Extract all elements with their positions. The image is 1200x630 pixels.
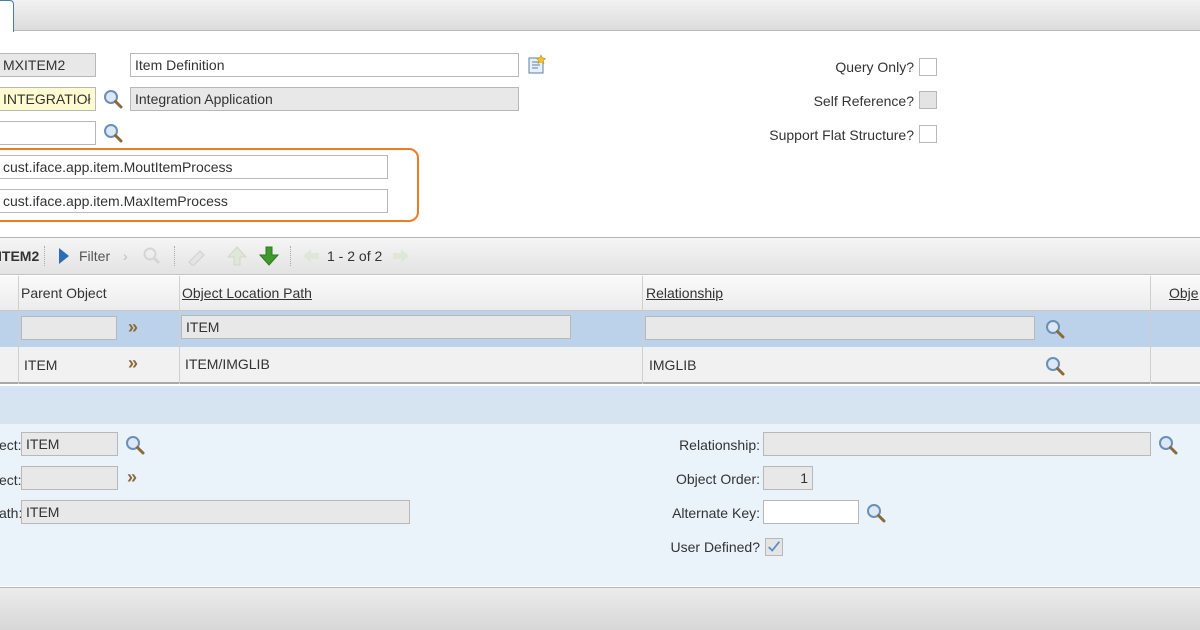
column-divider: [642, 276, 643, 384]
column-header-object[interactable]: Obje: [1169, 285, 1199, 301]
relationship-label: Relationship:: [679, 437, 760, 453]
column-divider: [179, 276, 180, 384]
footer-bar: [0, 587, 1200, 630]
support-flat-label: Support Flat Structure?: [769, 127, 914, 143]
service-description-field: Integration Application: [130, 87, 519, 111]
arrow-up-icon: [226, 246, 248, 266]
parent-object-field[interactable]: [21, 316, 117, 340]
toolbar-separator: [174, 246, 175, 266]
support-flat-checkbox[interactable]: [919, 125, 937, 143]
pagination-text: 1 - 2 of 2: [327, 248, 383, 264]
self-reference-label: Self Reference?: [813, 93, 914, 109]
user-defined-checkbox: [765, 538, 783, 556]
toolbar-separator: [290, 246, 291, 266]
object-description-field[interactable]: Item Definition: [130, 53, 519, 77]
self-reference-checkbox: [919, 91, 937, 109]
filter-arrow-icon[interactable]: [56, 246, 72, 266]
parent-object-field[interactable]: [21, 466, 118, 490]
alternate-key-field[interactable]: [763, 500, 859, 524]
table-header: [0, 276, 1200, 311]
object-order-field: 1: [763, 466, 813, 490]
table-row[interactable]: [0, 347, 1200, 384]
alternate-key-label: Alternate Key:: [672, 505, 760, 521]
filter-button[interactable]: Filter: [79, 248, 110, 264]
chevron-right-icon: ›: [123, 248, 128, 264]
double-chevron-icon[interactable]: »: [128, 317, 138, 338]
tab-strip: [0, 0, 1200, 32]
checkmark-icon: [768, 541, 781, 552]
search-icon[interactable]: [1157, 434, 1179, 456]
arrow-down-icon[interactable]: [258, 245, 280, 267]
processing-class-field[interactable]: cust.iface.app.item.MaxItemProcess: [0, 189, 388, 213]
detail-header-band: [0, 386, 1200, 424]
user-defined-label: User Defined?: [670, 539, 761, 555]
query-only-label: Query Only?: [835, 59, 914, 75]
search-icon[interactable]: [1044, 355, 1066, 377]
search-icon[interactable]: [865, 502, 887, 524]
relationship-field[interactable]: [763, 432, 1151, 456]
long-description-icon[interactable]: [526, 54, 548, 76]
search-icon[interactable]: [102, 88, 124, 110]
parent-object-cell: ITEM: [24, 357, 58, 373]
column-header-location-path[interactable]: Object Location Path: [182, 285, 312, 301]
relationship-cell: IMGLIB: [649, 357, 697, 373]
previous-page-icon: [303, 249, 319, 263]
object-label: ect:: [0, 437, 22, 453]
object-name-field[interactable]: MXITEM2: [0, 53, 96, 77]
search-icon: [143, 247, 161, 265]
location-path-field[interactable]: ITEM: [181, 315, 571, 339]
query-only-checkbox[interactable]: [919, 58, 937, 76]
double-chevron-icon[interactable]: »: [127, 467, 137, 488]
column-header-parent-object[interactable]: Parent Object: [21, 285, 107, 301]
table-title: ITEM2: [0, 248, 40, 264]
service-field[interactable]: INTEGRATIOł: [0, 87, 96, 111]
location-path-cell: ITEM/IMGLIB: [185, 356, 270, 372]
clear-filter-icon: [188, 250, 205, 266]
search-icon[interactable]: [1044, 318, 1066, 340]
double-chevron-icon[interactable]: »: [128, 353, 138, 374]
processing-class-field[interactable]: cust.iface.app.item.MoutItemProcess: [0, 155, 388, 179]
object-order-label: Object Order:: [675, 471, 760, 487]
relationship-field[interactable]: [645, 316, 1035, 340]
object-field[interactable]: ITEM: [21, 432, 118, 456]
location-path-label: ath:: [0, 505, 23, 521]
active-tab[interactable]: [0, 0, 14, 32]
location-path-field[interactable]: ITEM: [21, 500, 410, 524]
search-icon[interactable]: [124, 434, 146, 456]
column-divider: [18, 276, 19, 384]
parent-object-label: ect:: [0, 472, 22, 488]
column-divider: [1150, 276, 1151, 384]
search-icon[interactable]: [102, 122, 124, 144]
next-page-icon: [393, 249, 409, 263]
extra-field[interactable]: [0, 121, 96, 145]
column-header-relationship[interactable]: Relationship: [646, 285, 723, 301]
table-toolbar: [0, 237, 1200, 275]
toolbar-separator: [44, 246, 45, 266]
